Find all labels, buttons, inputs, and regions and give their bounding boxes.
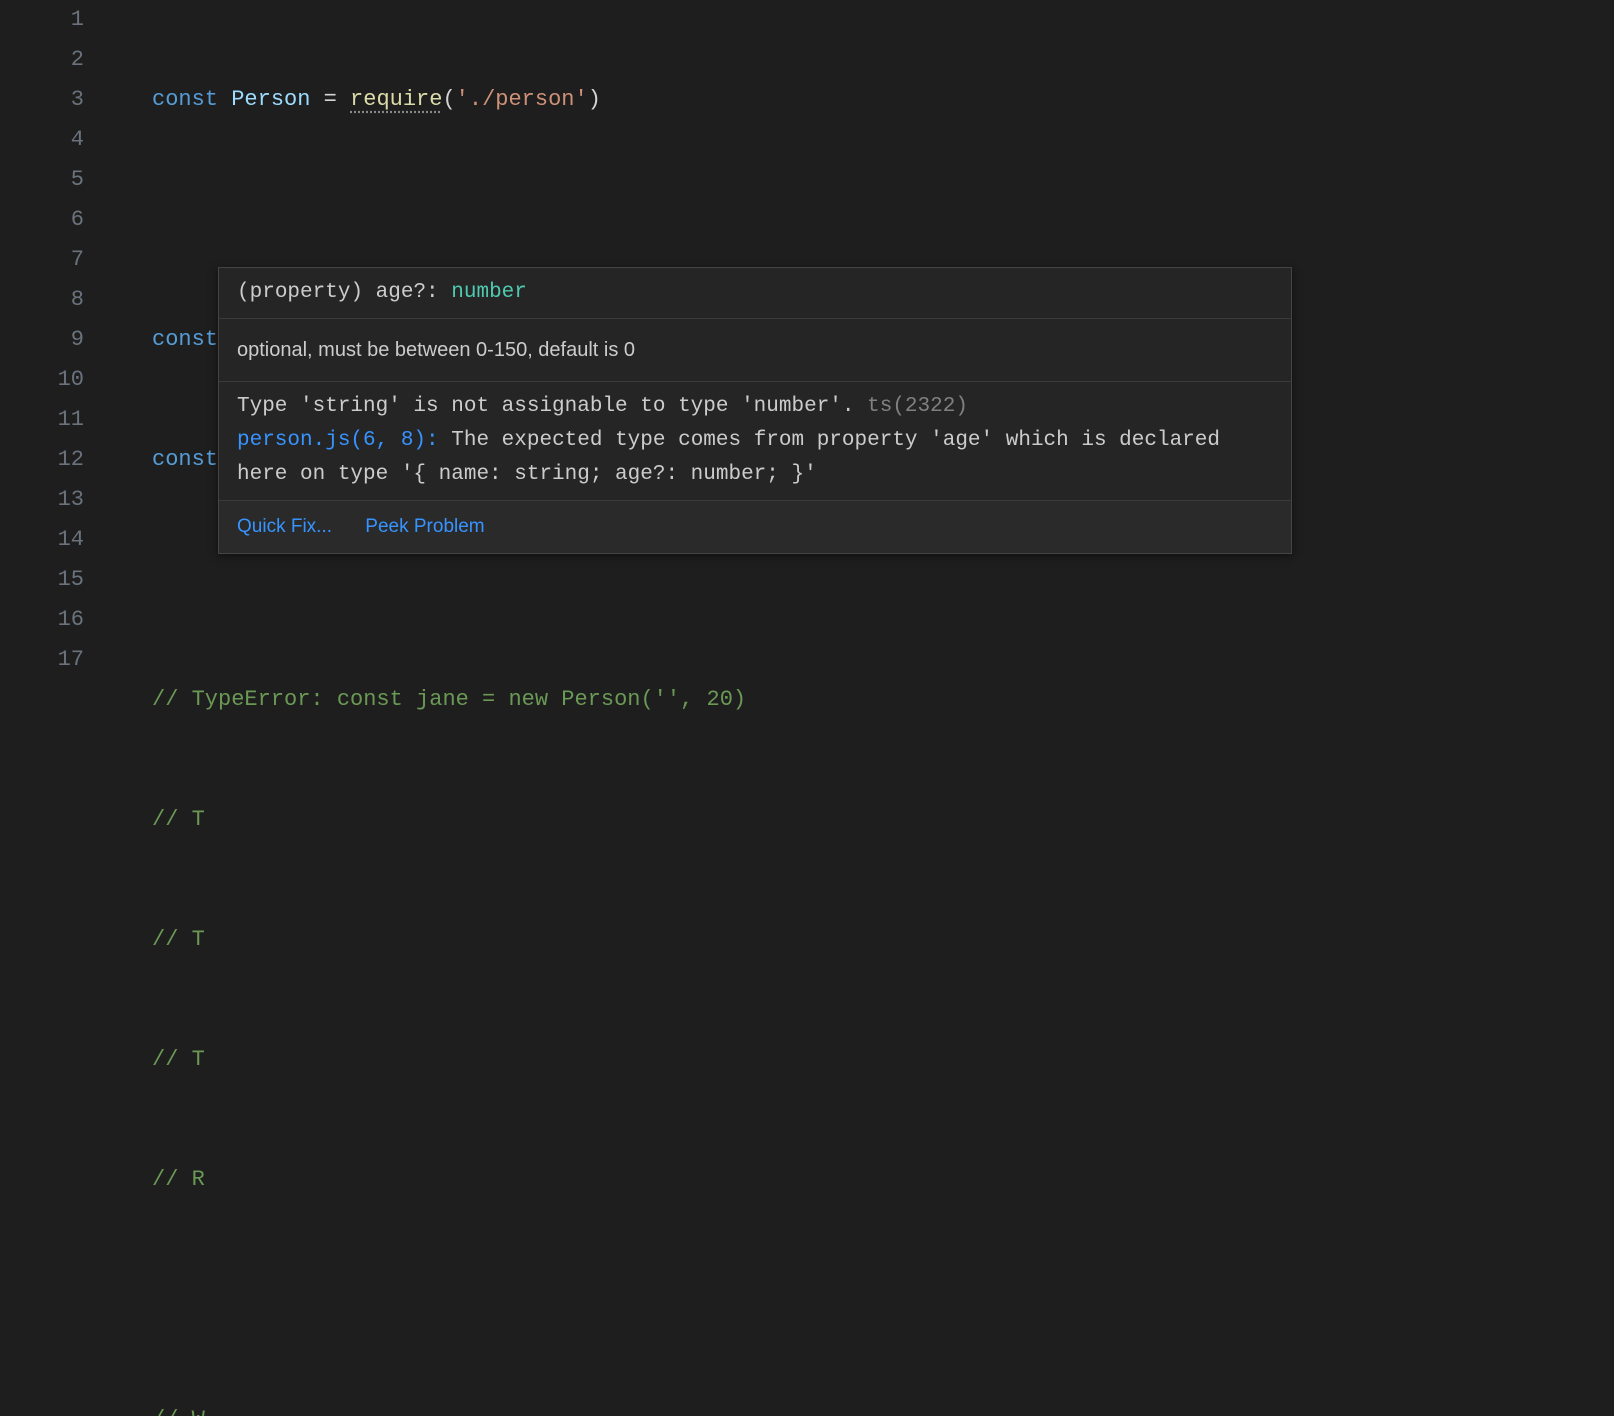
line-number: 6 <box>0 200 84 240</box>
line-number: 9 <box>0 320 84 360</box>
code-line[interactable]: // T <box>152 1040 1614 1080</box>
punct: ( <box>442 87 455 112</box>
punct: ) <box>588 87 601 112</box>
line-number: 11 <box>0 400 84 440</box>
line-number: 8 <box>0 280 84 320</box>
line-number: 12 <box>0 440 84 480</box>
hover-sig-close: ) <box>350 281 363 304</box>
quick-fix-link[interactable]: Quick Fix... <box>237 516 332 537</box>
line-number: 3 <box>0 80 84 120</box>
code-line[interactable] <box>152 200 1614 240</box>
line-number: 16 <box>0 600 84 640</box>
keyword: const <box>152 447 218 472</box>
keyword: const <box>152 327 218 352</box>
line-number: 13 <box>0 480 84 520</box>
punct: = <box>310 87 350 112</box>
line-number-gutter: 1 2 3 4 5 6 7 8 9 10 11 12 13 14 15 16 1… <box>0 0 108 708</box>
code-line[interactable] <box>152 560 1614 600</box>
comment: // W <box>152 1407 205 1416</box>
hover-sig-type: number <box>451 281 527 304</box>
hover-sig-name: age?: <box>363 281 451 304</box>
line-number: 2 <box>0 40 84 80</box>
hover-sig-open: ( <box>237 281 250 304</box>
line-number: 14 <box>0 520 84 560</box>
code-line[interactable]: const Person = require('./person') <box>152 80 1614 120</box>
string: './person' <box>456 87 588 112</box>
code-line[interactable]: // T <box>152 800 1614 840</box>
comment: // T <box>152 927 205 952</box>
variable: Person <box>231 87 310 112</box>
hover-sig-kind: property <box>250 281 351 304</box>
code-line[interactable]: // W <box>152 1400 1614 1416</box>
code-line[interactable] <box>152 1280 1614 1320</box>
hover-error-msg: Type 'string' is not assignable to type … <box>237 395 855 418</box>
hover-actions: Quick Fix... Peek Problem <box>219 501 1291 553</box>
hover-doc: optional, must be between 0-150, default… <box>219 319 1291 382</box>
code-line[interactable]: // R <box>152 1160 1614 1200</box>
hover-tooltip: (property) age?: number optional, must b… <box>218 267 1292 554</box>
keyword: const <box>152 87 218 112</box>
comment: // R <box>152 1167 205 1192</box>
comment: // TypeError: const jane = new Person(''… <box>152 687 746 712</box>
line-number: 17 <box>0 640 84 680</box>
hover-signature: (property) age?: number <box>219 268 1291 319</box>
line-number: 15 <box>0 560 84 600</box>
hover-related-location[interactable]: person.js(6, 8): <box>237 429 451 452</box>
line-number: 5 <box>0 160 84 200</box>
line-number: 7 <box>0 240 84 280</box>
line-number: 10 <box>0 360 84 400</box>
code-line[interactable]: // TypeError: const jane = new Person(''… <box>152 680 1614 720</box>
comment: // T <box>152 1047 205 1072</box>
code-line[interactable]: // T <box>152 920 1614 960</box>
hover-error-code: ts(2322) <box>855 395 968 418</box>
line-number: 4 <box>0 120 84 160</box>
hover-error: Type 'string' is not assignable to type … <box>219 382 1291 501</box>
line-number: 1 <box>0 0 84 40</box>
peek-problem-link[interactable]: Peek Problem <box>365 516 484 537</box>
comment: // T <box>152 807 205 832</box>
function-call: require <box>350 87 442 112</box>
